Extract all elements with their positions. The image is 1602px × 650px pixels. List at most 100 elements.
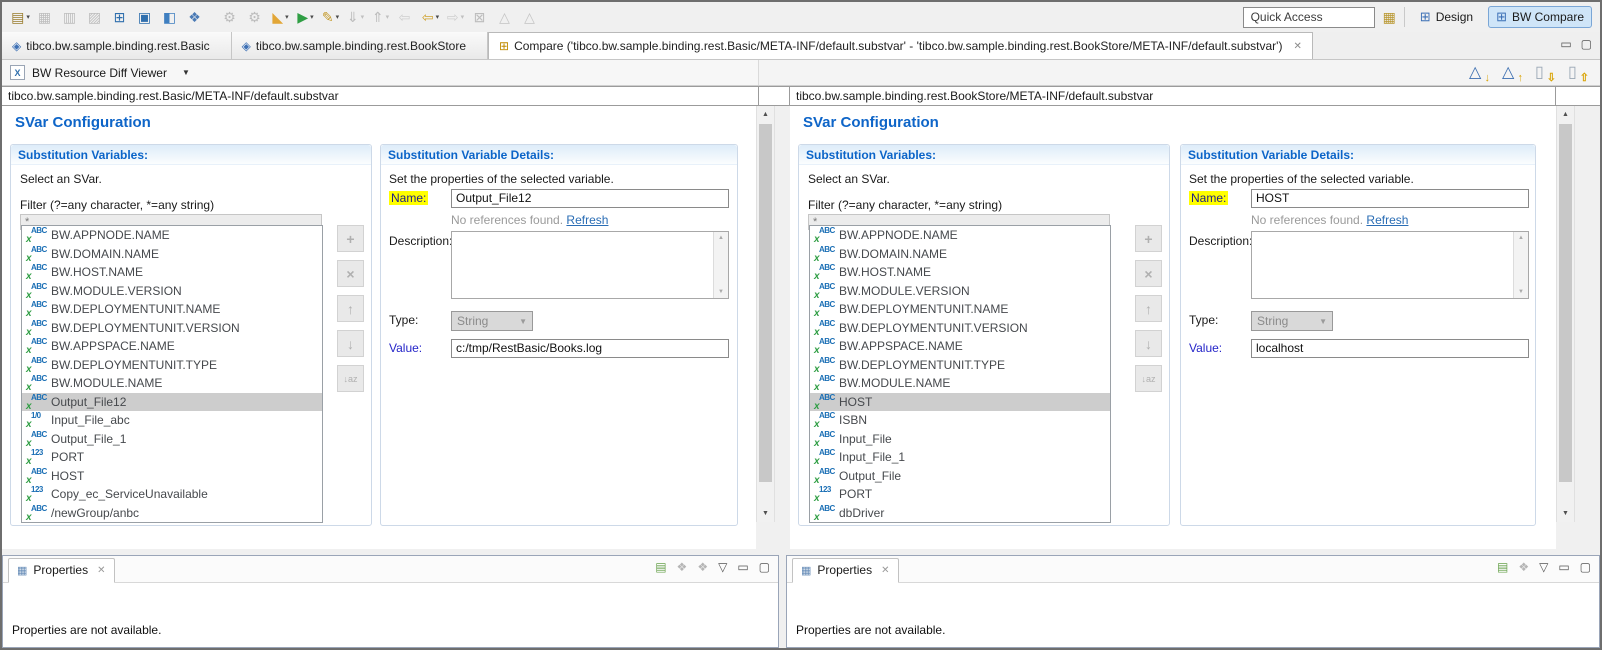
- list-item[interactable]: ABCxISBN: [810, 411, 1110, 430]
- list-item[interactable]: ABCxBW.DEPLOYMENTUNIT.NAME: [810, 300, 1110, 319]
- scroll-up-icon[interactable]: ▲: [757, 111, 774, 118]
- gears-icon[interactable]: ⚙: [243, 6, 268, 28]
- list-item[interactable]: ABCxBW.DEPLOYMENTUNIT.VERSION: [810, 319, 1110, 338]
- type-select[interactable]: String▼: [1251, 311, 1333, 331]
- chevron-down-icon[interactable]: ▼: [182, 68, 190, 77]
- delete-svar-button[interactable]: ×: [337, 260, 364, 287]
- list-item[interactable]: ABCxBW.APPSPACE.NAME: [22, 337, 322, 356]
- import-step-icon[interactable]: ⇓▾: [343, 6, 368, 28]
- maximize-editor-icon[interactable]: ▢: [1581, 37, 1592, 51]
- left-pane-scrollbar[interactable]: ▲ ▼: [756, 106, 775, 522]
- design-ruler-icon[interactable]: ◣▾: [268, 6, 293, 28]
- next-difference-icon[interactable]: △↓: [1468, 62, 1489, 83]
- list-item[interactable]: ABCxBW.APPNODE.NAME: [810, 226, 1110, 245]
- scroll-down-icon[interactable]: ▼: [1557, 510, 1574, 517]
- new-wizard-icon[interactable]: ▤▾: [8, 6, 33, 28]
- maximize-view-icon[interactable]: ▢: [759, 561, 770, 573]
- scroll-up-icon[interactable]: ▲: [1557, 111, 1574, 118]
- previous-difference-icon[interactable]: △↑: [1501, 62, 1522, 83]
- save-icon[interactable]: ▦: [33, 6, 58, 28]
- list-item[interactable]: ABCxBW.HOST.NAME: [22, 263, 322, 282]
- previous-change-icon[interactable]: ▯⇧: [1567, 62, 1588, 83]
- sort-svar-button[interactable]: ↓az: [337, 365, 364, 392]
- list-item[interactable]: ABCxBW.MODULE.VERSION: [810, 282, 1110, 301]
- list-item[interactable]: ABCxBW.MODULE.NAME: [22, 374, 322, 393]
- list-item[interactable]: ABCxBW.DEPLOYMENTUNIT.TYPE: [810, 356, 1110, 375]
- svar-list[interactable]: ABCxBW.APPNODE.NAMEABCxBW.DOMAIN.NAMEABC…: [809, 225, 1111, 523]
- list-item[interactable]: ABCxBW.DEPLOYMENTUNIT.VERSION: [22, 319, 322, 338]
- diff-viewer-selector[interactable]: X BW Resource Diff Viewer ▼: [2, 60, 759, 85]
- description-textarea[interactable]: ▲▼: [451, 231, 729, 299]
- delete-svar-button[interactable]: ×: [1135, 260, 1162, 287]
- bw-compare-perspective-button[interactable]: ⊞BW Compare: [1488, 6, 1592, 28]
- add-svar-button[interactable]: +: [1135, 225, 1162, 252]
- move-up-button[interactable]: ↑: [1135, 295, 1162, 322]
- bw-application-icon[interactable]: ⊞: [108, 6, 133, 28]
- list-item[interactable]: ABCxBW.DOMAIN.NAME: [810, 245, 1110, 264]
- textarea-scrollbar[interactable]: ▲▼: [1513, 232, 1528, 298]
- scrollbar-thumb[interactable]: [1559, 124, 1572, 482]
- back-icon[interactable]: ⇦▾: [418, 6, 443, 28]
- move-down-button[interactable]: ↓: [1135, 330, 1162, 357]
- scroll-down-icon[interactable]: ▼: [1518, 289, 1524, 295]
- debug-icon[interactable]: ▶▾: [293, 6, 318, 28]
- type-select[interactable]: String▼: [451, 311, 533, 331]
- list-item[interactable]: ABCxdbDriver: [810, 504, 1110, 523]
- view-menu-icon[interactable]: ▽: [718, 561, 727, 573]
- list-item[interactable]: ABCx/newGroup/anbc: [22, 504, 322, 523]
- next-change-icon[interactable]: ▯⇩: [1534, 62, 1555, 83]
- scroll-up-icon[interactable]: ▲: [718, 235, 724, 241]
- move-down-button[interactable]: ↓: [337, 330, 364, 357]
- pin-view-icon[interactable]: ❖: [1518, 561, 1529, 573]
- list-item[interactable]: ABCx: [810, 522, 1110, 523]
- svar-list[interactable]: ABCxBW.APPNODE.NAMEABCxBW.DOMAIN.NAMEABC…: [21, 225, 323, 523]
- sort-svar-button[interactable]: ↓az: [1135, 365, 1162, 392]
- quick-access-input[interactable]: Quick Access: [1243, 7, 1375, 28]
- list-item[interactable]: ABCxInput_File_1: [810, 448, 1110, 467]
- list-item[interactable]: ABCxBW.HOST.NAME: [810, 263, 1110, 282]
- list-item[interactable]: ABCxOutput_File: [810, 467, 1110, 486]
- right-pane-scrollbar[interactable]: ▲ ▼: [1556, 106, 1575, 522]
- list-item[interactable]: ABCxBW.DEPLOYMENTUNIT.NAME: [22, 300, 322, 319]
- list-item[interactable]: 123xPORT: [22, 448, 322, 467]
- move-up-button[interactable]: ↑: [337, 295, 364, 322]
- refresh-link[interactable]: Refresh: [566, 213, 608, 227]
- list-item[interactable]: ABCxBW.MODULE.VERSION: [22, 282, 322, 301]
- scroll-down-icon[interactable]: ▼: [718, 289, 724, 295]
- next-annotation-icon[interactable]: △: [493, 6, 518, 28]
- list-item[interactable]: ABCxOutput_File_1: [22, 430, 322, 449]
- bw-shared-module-icon[interactable]: ◧: [158, 6, 183, 28]
- minimize-view-icon[interactable]: ▭: [737, 561, 748, 573]
- maximize-view-icon[interactable]: ▢: [1580, 561, 1591, 573]
- bw-policy-icon[interactable]: ❖: [183, 6, 208, 28]
- list-item[interactable]: ABCxBW.APPSPACE.NAME: [810, 337, 1110, 356]
- list-item[interactable]: ABCxInput_File: [810, 430, 1110, 449]
- minimize-view-icon[interactable]: ▭: [1558, 561, 1569, 573]
- description-textarea[interactable]: ▲▼: [1251, 231, 1529, 299]
- back-gray-icon[interactable]: ⇦: [393, 6, 418, 28]
- forward-icon[interactable]: ⇨▾: [443, 6, 468, 28]
- view-menu-icon[interactable]: ▽: [1539, 561, 1548, 573]
- previous-annotation-icon[interactable]: △: [518, 6, 543, 28]
- new-properties-view-icon[interactable]: ▤: [1497, 561, 1508, 573]
- export-step-icon[interactable]: ⇑▾: [368, 6, 393, 28]
- close-tab-icon[interactable]: ✕: [1293, 41, 1301, 52]
- pin-view-icon[interactable]: ❖: [677, 561, 688, 573]
- list-item[interactable]: ABCxHOST: [810, 393, 1110, 412]
- tab-rest-basic[interactable]: ◈tibco.bw.sample.binding.rest.Basic: [2, 32, 232, 59]
- minimize-editor-icon[interactable]: ▭: [1560, 37, 1571, 51]
- save-all-icon[interactable]: ▥: [58, 6, 83, 28]
- refresh-link[interactable]: Refresh: [1366, 213, 1408, 227]
- bw-module-icon[interactable]: ▣: [133, 6, 158, 28]
- name-input[interactable]: Output_File12: [451, 189, 729, 208]
- list-item[interactable]: ABCxHOST: [22, 467, 322, 486]
- value-input[interactable]: localhost: [1251, 339, 1529, 358]
- scrollbar-thumb[interactable]: [759, 124, 772, 482]
- tab-properties[interactable]: ▦Properties✕: [792, 558, 899, 583]
- scroll-down-icon[interactable]: ▼: [757, 510, 774, 517]
- list-item[interactable]: ABCxBW.DEPLOYMENTUNIT.TYPE: [22, 356, 322, 375]
- scroll-up-icon[interactable]: ▲: [1518, 235, 1524, 241]
- value-input[interactable]: c:/tmp/RestBasic/Books.log: [451, 339, 729, 358]
- design-perspective-button[interactable]: ⊞Design: [1413, 6, 1480, 28]
- list-item[interactable]: ABCxOutput_File12: [22, 393, 322, 412]
